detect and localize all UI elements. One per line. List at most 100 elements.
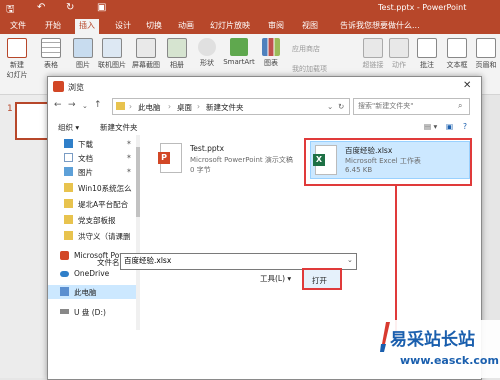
organize-button[interactable]: 组织 ▾ [58, 122, 79, 133]
table-label: 表格 [44, 61, 58, 69]
tab-review[interactable]: 审阅 [268, 20, 284, 31]
smartart-icon [230, 38, 248, 56]
nav-label: 洪守义（请课删 [78, 232, 131, 241]
action-icon [389, 38, 409, 58]
header-footer-button[interactable]: 页眉和 [474, 38, 498, 70]
online-picture-button[interactable]: 联机图片 [96, 38, 128, 70]
search-icon[interactable]: ⌕ [458, 101, 462, 111]
nav-label: U 盘 (D:) [74, 308, 106, 317]
tab-animations[interactable]: 动画 [178, 20, 194, 31]
action-button[interactable]: 动作 [388, 38, 410, 70]
nav-item-documents[interactable]: 文档 ✶ [48, 151, 136, 165]
picture-button[interactable]: 图片 [72, 38, 94, 70]
forward-icon[interactable]: → [68, 100, 76, 110]
breadcrumb-this-pc[interactable]: 此电脑 [138, 102, 161, 113]
pin-icon: ✶ [126, 167, 132, 175]
new-slide-icon [7, 38, 27, 58]
up-icon[interactable]: ↑ [94, 100, 102, 110]
new-slide-label: 新建 幻灯片 [6, 61, 28, 79]
tell-me-box[interactable]: 告诉我您想要做什么... [340, 20, 420, 31]
new-folder-button[interactable]: 新建文件夹 [100, 122, 138, 133]
album-icon [167, 38, 187, 58]
tab-home[interactable]: 开始 [45, 20, 61, 31]
drive-icon [60, 309, 69, 314]
smartart-button[interactable]: SmartArt [222, 38, 256, 66]
tab-design[interactable]: 设计 [115, 20, 131, 31]
shapes-button[interactable]: 形状 [196, 38, 218, 68]
search-box[interactable]: ⌕ [353, 98, 470, 115]
tab-file[interactable]: 文件 [10, 20, 26, 31]
tab-view[interactable]: 视图 [302, 20, 318, 31]
filename-input[interactable] [121, 254, 349, 267]
recent-dropdown-icon[interactable]: ⌄ [82, 102, 88, 110]
dialog-toolbar: 组织 ▾ 新建文件夹 ▤ ▾ ▣ ? [48, 117, 481, 135]
nav-item-downloads[interactable]: 下载 ✶ [48, 137, 136, 151]
table-button[interactable]: 表格 [40, 38, 62, 70]
breadcrumb-separator-icon: › [129, 102, 132, 111]
watermark: 易采站长站 www.easck.com [372, 320, 500, 378]
tab-transitions[interactable]: 切换 [146, 20, 162, 31]
comment-label: 批注 [420, 61, 434, 69]
nav-label: 堤北A平台配合 [78, 200, 129, 209]
help-icon[interactable]: ? [463, 122, 467, 131]
picture-icon [73, 38, 93, 58]
nav-item-folder-board[interactable]: 党支部板报 [48, 213, 136, 227]
nav-item-pictures[interactable]: 图片 ✶ [48, 165, 136, 179]
folder-icon [64, 183, 73, 192]
file-item-pptx[interactable]: P Test.pptx Microsoft PowerPoint 演示文稿 0 … [158, 141, 298, 177]
nav-item-usb-drive[interactable]: U 盘 (D:) [48, 305, 136, 319]
album-button[interactable]: 相册 [166, 38, 188, 70]
window-title: Test.pptx - PowerPoint [378, 3, 467, 12]
nav-label: Win10系统怎么 [78, 184, 132, 193]
slideshow-icon[interactable]: ▣ [97, 2, 106, 13]
back-icon[interactable]: ← [54, 100, 62, 110]
tab-slideshow[interactable]: 幻灯片放映 [210, 20, 250, 31]
tools-dropdown[interactable]: 工具(L) ▾ [260, 273, 291, 284]
header-footer-label: 页眉和 [475, 61, 497, 69]
nav-scrollbar-thumb[interactable] [136, 147, 140, 217]
chart-icon [262, 38, 280, 56]
my-addins-button[interactable]: 我的加载项 [292, 64, 327, 74]
nav-item-folder-hong[interactable]: 洪守义（请课删 [48, 229, 136, 243]
breadcrumb-separator-icon: › [168, 102, 171, 111]
smartart-label: SmartArt [223, 58, 255, 66]
powerpoint-icon: P [158, 152, 170, 164]
nav-item-this-pc[interactable]: 此电脑 [48, 285, 136, 299]
search-input[interactable] [354, 99, 456, 112]
pptx-file-icon: P [158, 143, 182, 173]
powerpoint-icon [53, 81, 64, 92]
file-type: Microsoft PowerPoint 演示文稿 [190, 156, 293, 164]
preview-pane-icon[interactable]: ▣ [446, 122, 453, 131]
breadcrumb-new-folder[interactable]: 新建文件夹 [206, 102, 244, 113]
nav-item-folder-win10[interactable]: Win10系统怎么 [48, 181, 136, 195]
view-options-icon[interactable]: ▤ ▾ [424, 122, 437, 131]
chevron-down-icon[interactable]: ⌄ [347, 256, 353, 264]
address-dropdown-icon[interactable]: ⌄ [327, 102, 333, 111]
hyperlink-label: 超链接 [362, 61, 384, 69]
comment-button[interactable]: 批注 [416, 38, 438, 70]
nav-item-folder-platform[interactable]: 堤北A平台配合 [48, 197, 136, 211]
tab-insert[interactable]: 插入 [75, 19, 99, 34]
textbox-button[interactable]: 文本框 [444, 38, 470, 70]
refresh-icon[interactable]: ↻ [338, 102, 344, 111]
album-label: 相册 [170, 61, 184, 69]
dialog-title-bar: 浏览 ✕ [48, 77, 481, 97]
slide-number: 1 [7, 104, 13, 114]
undo-icon[interactable]: ↶ [37, 2, 45, 13]
store-button[interactable]: 应用商店 [292, 44, 320, 54]
textbox-icon [447, 38, 467, 58]
selection-highlight-box [304, 138, 472, 186]
address-bar[interactable]: › 此电脑 › 桌面 › 新建文件夹 ⌄ ↻ [112, 98, 350, 115]
screenshot-button[interactable]: 屏幕截图 [130, 38, 162, 70]
close-icon[interactable]: ✕ [463, 80, 471, 91]
file-name: Test.pptx [190, 144, 225, 153]
hyperlink-button[interactable]: 超链接 [360, 38, 386, 70]
open-button[interactable]: 打开 [302, 268, 342, 290]
new-slide-button[interactable]: 新建 幻灯片 [4, 38, 30, 80]
redo-icon[interactable]: ↻ [66, 2, 74, 13]
chart-button[interactable]: 图表 [260, 38, 282, 68]
nav-label: 党支部板报 [78, 216, 116, 225]
breadcrumb-desktop[interactable]: 桌面 [177, 102, 192, 113]
nav-label: 图片 [78, 168, 93, 177]
breadcrumb-separator-icon: › [197, 102, 200, 111]
